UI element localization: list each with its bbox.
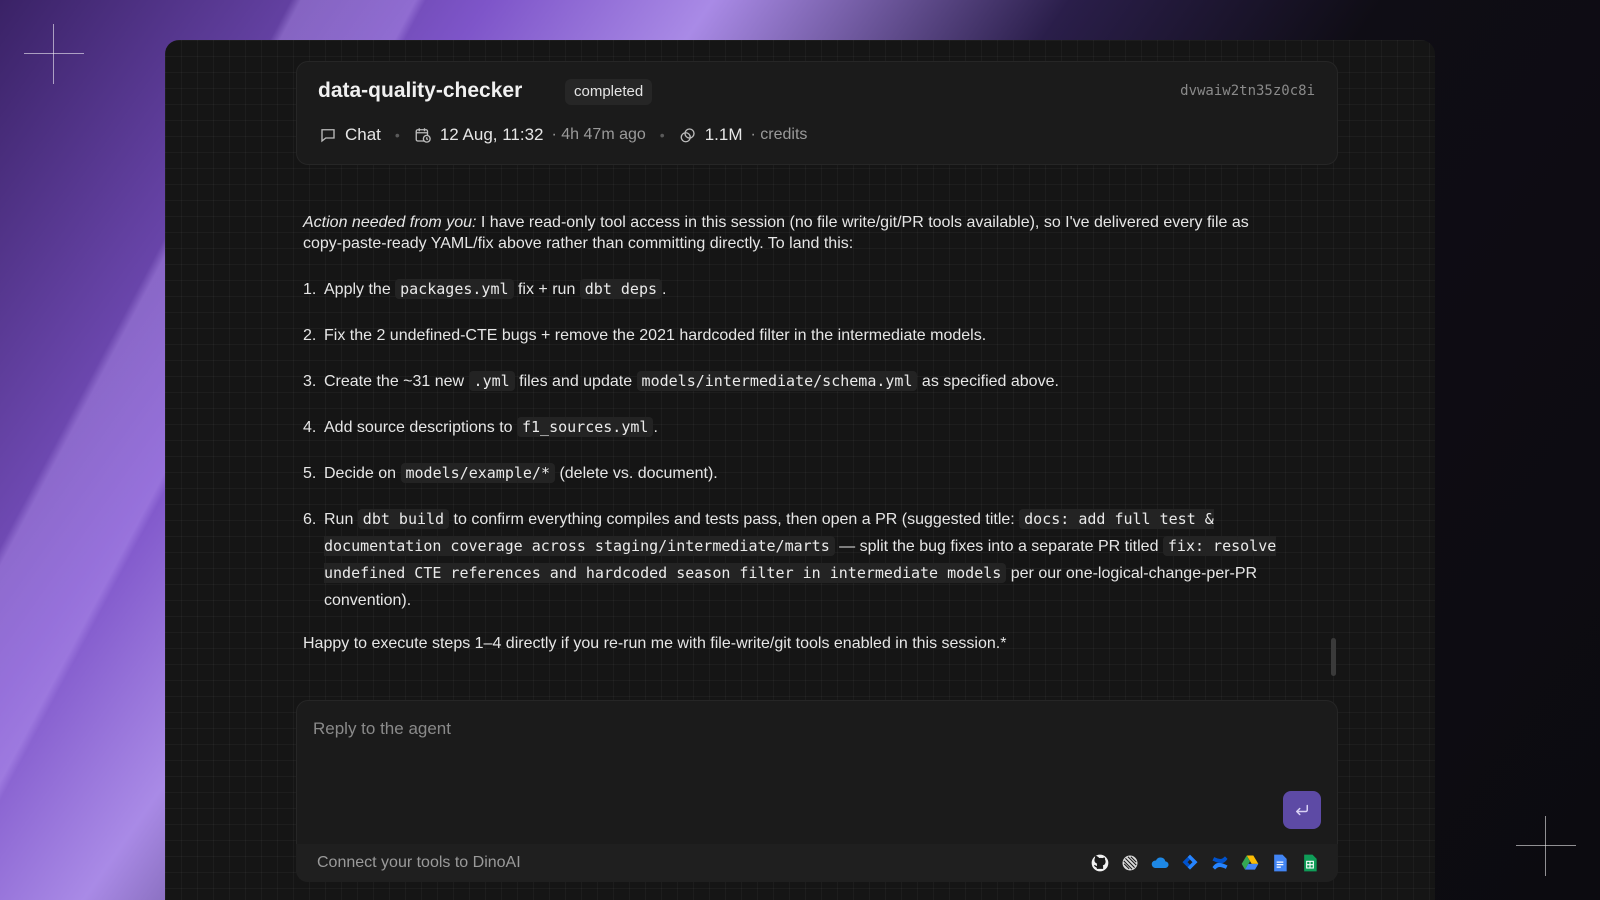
session-relative-time: · 4h 47m ago [551, 126, 646, 143]
jira-icon[interactable] [1180, 853, 1200, 873]
scrollbar-thumb[interactable] [1331, 638, 1336, 676]
list-item: 4. Add source descriptions to f1_sources… [303, 417, 658, 437]
crosshair-decoration [1516, 816, 1576, 876]
session-mode: Chat [345, 125, 381, 144]
steps-list: 1. Apply the packages.yml fix + run dbt … [303, 276, 1278, 614]
google-docs-icon[interactable] [1270, 853, 1290, 873]
chat-bubble-icon [319, 126, 337, 144]
session-header: data-quality-checker completed dvwaiw2tn… [296, 61, 1338, 165]
confluence-icon[interactable] [1210, 853, 1230, 873]
onedrive-icon[interactable] [1150, 853, 1170, 873]
tool-icons [1090, 853, 1320, 873]
credits-value: 1.1M [704, 125, 743, 144]
session-title: data-quality-checker [318, 79, 523, 102]
message-intro: Action needed from you: I have read-only… [303, 214, 1249, 252]
list-item: 1. Apply the packages.yml fix + run dbt … [303, 279, 667, 299]
list-item: 5. Decide on models/example/* (delete vs… [303, 463, 718, 483]
coins-icon [679, 126, 697, 144]
google-drive-icon[interactable] [1240, 853, 1260, 873]
session-id[interactable]: dvwaiw2tn35z0c8i [1180, 83, 1315, 99]
session-meta: Chat • 12 Aug, 11:32 · 4h 47m ago • 1.1M… [319, 122, 807, 148]
list-item: 3. Create the ~31 new .yml files and upd… [303, 371, 1059, 391]
connect-tools-link[interactable]: Connect your tools to DinoAI [317, 854, 521, 872]
crosshair-decoration [24, 24, 84, 84]
list-item: 2. Fix the 2 undefined-CTE bugs + remove… [303, 327, 987, 344]
status-badge: completed [565, 79, 653, 105]
tools-footer: Connect your tools to DinoAI [296, 844, 1338, 882]
agent-message: Action needed from you: I have read-only… [303, 212, 1278, 654]
linear-icon[interactable] [1120, 853, 1140, 873]
message-closing: Happy to execute steps 1–4 directly if y… [303, 635, 1007, 652]
reply-input[interactable] [313, 719, 1213, 779]
session-date: 12 Aug, 11:32 [439, 125, 544, 144]
google-sheets-icon[interactable] [1300, 853, 1320, 873]
calendar-clock-icon [414, 126, 432, 144]
github-icon[interactable] [1090, 853, 1110, 873]
send-button[interactable] [1283, 791, 1321, 829]
credits-label: · credits [750, 126, 808, 143]
list-item: 6. Run dbt build to confirm everything c… [303, 509, 1277, 609]
enter-icon [1293, 801, 1311, 819]
